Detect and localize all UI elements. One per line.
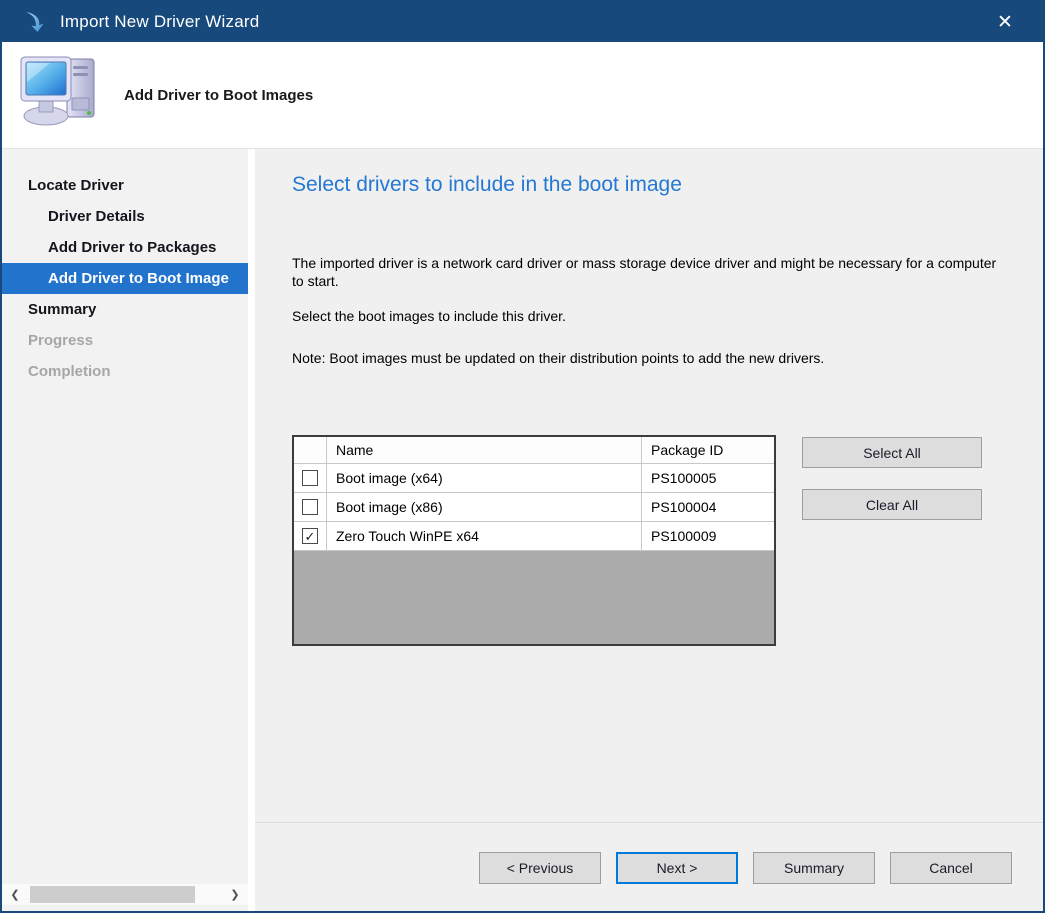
sidebar-item-progress: Progress — [2, 325, 248, 356]
sidebar-divider — [248, 149, 255, 911]
import-new-driver-wizard-window: Import New Driver Wizard ✕ — [0, 0, 1045, 913]
cell-package-id: PS100009 — [642, 522, 774, 550]
boot-images-table: Name Package ID Boot image (x64) PS10000… — [292, 435, 776, 646]
sidebar-item-locate-driver[interactable]: Locate Driver — [2, 170, 248, 201]
boot-image-section: Name Package ID Boot image (x64) PS10000… — [292, 435, 982, 646]
instruction-paragraph: Select the boot images to include this d… — [292, 307, 1007, 325]
cell-package-id: PS100004 — [642, 493, 774, 521]
wizard-body: Locate Driver Driver Details Add Driver … — [2, 149, 1043, 911]
cell-name: Boot image (x64) — [327, 464, 642, 492]
table-row[interactable]: Boot image (x64) PS100005 — [294, 464, 774, 493]
wizard-footer: < Previous Next > Summary Cancel — [255, 822, 1043, 911]
sidebar-item-completion: Completion — [2, 356, 248, 387]
cell-name: Boot image (x86) — [327, 493, 642, 521]
sidebar-item-summary[interactable]: Summary — [2, 294, 248, 325]
cancel-button[interactable]: Cancel — [890, 852, 1012, 884]
sidebar-item-add-driver-to-packages[interactable]: Add Driver to Packages — [2, 232, 248, 263]
header-checkbox-column — [294, 437, 327, 463]
scroll-right-icon[interactable]: ❯ — [222, 888, 248, 901]
scrollbar-thumb[interactable] — [30, 886, 195, 903]
wizard-main-pane: Select drivers to include in the boot im… — [255, 149, 1043, 911]
computer-icon — [20, 54, 100, 140]
title-bar: Import New Driver Wizard ✕ — [2, 2, 1043, 42]
window-title: Import New Driver Wizard — [60, 12, 259, 32]
summary-button[interactable]: Summary — [753, 852, 875, 884]
column-header-package-id[interactable]: Package ID — [642, 437, 774, 463]
sidebar-item-driver-details[interactable]: Driver Details — [2, 201, 248, 232]
checkbox-boot-image-x86[interactable] — [302, 499, 318, 515]
wizard-page-title: Add Driver to Boot Images — [124, 87, 313, 104]
sidebar-item-add-driver-to-boot-image[interactable]: Add Driver to Boot Image — [2, 263, 248, 294]
column-header-name[interactable]: Name — [327, 437, 642, 463]
select-all-button[interactable]: Select All — [802, 437, 982, 468]
cell-name: Zero Touch WinPE x64 — [327, 522, 642, 550]
cell-package-id: PS100005 — [642, 464, 774, 492]
checkbox-zero-touch-winpe-x64[interactable]: ✓ — [302, 528, 318, 544]
wizard-arrow-icon — [24, 10, 48, 34]
table-row[interactable]: Boot image (x86) PS100004 — [294, 493, 774, 522]
close-icon: ✕ — [997, 11, 1013, 34]
navigation-buttons: < Previous Next > Summary Cancel — [479, 852, 1012, 884]
checkbox-boot-image-x64[interactable] — [302, 470, 318, 486]
wizard-header: Add Driver to Boot Images — [2, 42, 1043, 149]
scrollbar-track[interactable] — [28, 884, 222, 905]
close-button[interactable]: ✕ — [981, 2, 1029, 42]
table-header-row: Name Package ID — [294, 437, 774, 464]
page-heading: Select drivers to include in the boot im… — [292, 173, 682, 197]
wizard-steps-sidebar: Locate Driver Driver Details Add Driver … — [2, 149, 248, 911]
intro-paragraph: The imported driver is a network card dr… — [292, 254, 1007, 290]
next-button[interactable]: Next > — [616, 852, 738, 884]
note-paragraph: Note: Boot images must be updated on the… — [292, 349, 1007, 367]
sidebar-horizontal-scrollbar[interactable]: ❮ ❯ — [2, 884, 248, 905]
previous-button[interactable]: < Previous — [479, 852, 601, 884]
table-row[interactable]: ✓ Zero Touch WinPE x64 PS100009 — [294, 522, 774, 551]
selection-buttons: Select All Clear All — [802, 435, 982, 520]
scroll-left-icon[interactable]: ❮ — [2, 888, 28, 901]
clear-all-button[interactable]: Clear All — [802, 489, 982, 520]
